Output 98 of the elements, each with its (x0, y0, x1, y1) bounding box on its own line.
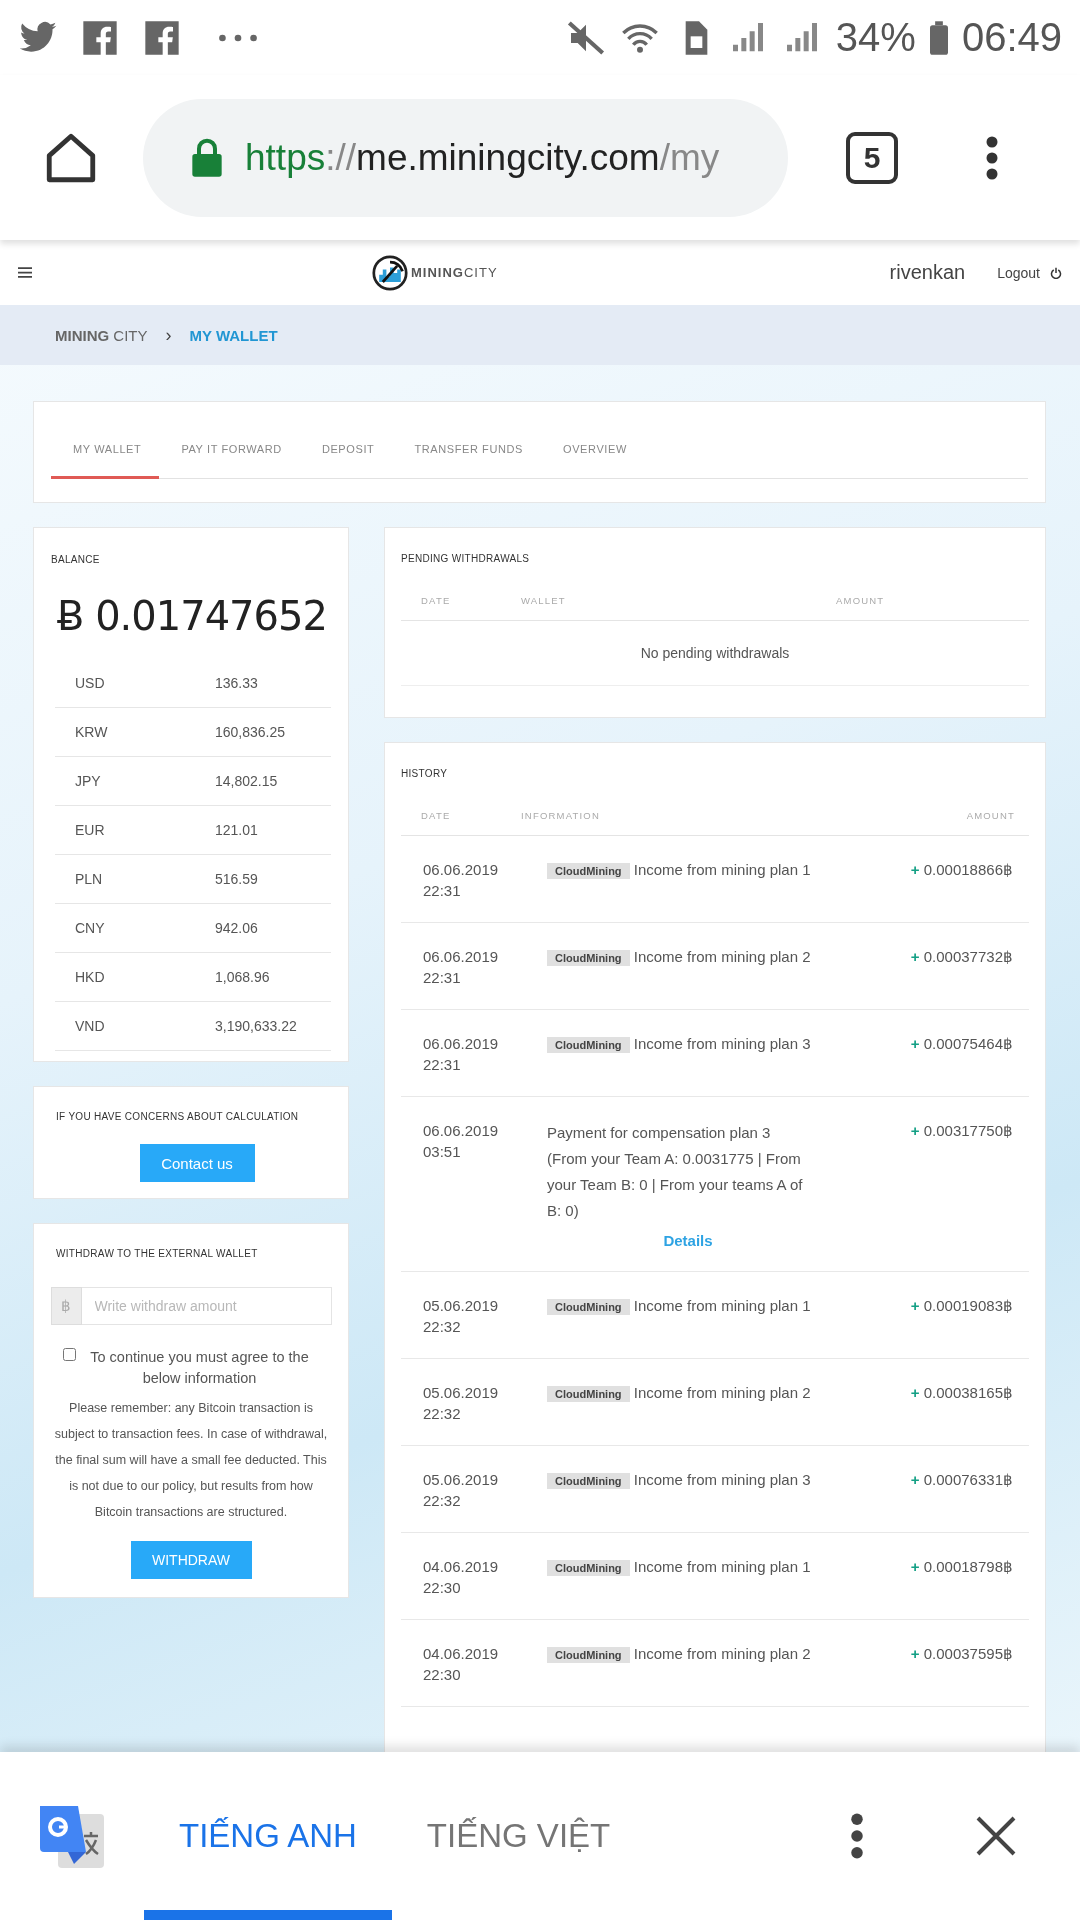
menu-icon[interactable] (850, 1813, 864, 1859)
breadcrumb-separator: › (165, 324, 172, 346)
currency-value: 3,190,633.22 (215, 1018, 297, 1034)
info-cell: CloudMining Income from mining plan 3 (547, 1033, 823, 1056)
card-title: WITHDRAW TO THE EXTERNAL WALLET (55, 1248, 258, 1259)
info-cell: CloudMining Income from mining plan 2 (547, 1643, 823, 1666)
balance-amount: Ƀ 0.01747652 (57, 593, 328, 639)
withdraw-button[interactable]: WITHDRAW (130, 1541, 252, 1579)
category-tag: CloudMining (547, 1647, 630, 1663)
column-header: DATE (420, 595, 452, 606)
currency-code: EUR (74, 822, 106, 838)
date-cell-text: 05.06.2019 22:32 (422, 1296, 500, 1337)
info-cell: CloudMining Income from mining plan 3 (547, 1469, 823, 1492)
brand-name: MININGCITY (411, 265, 498, 280)
amount-cell-text: + 0.00037732฿ (909, 947, 1014, 967)
close-icon[interactable] (976, 1816, 1016, 1856)
date-cell-text: 06.06.2019 22:31 (422, 947, 500, 988)
category-tag: CloudMining (547, 1473, 630, 1489)
amount-cell-text: + 0.00317750฿ (909, 1121, 1014, 1141)
currency-code: PLN (74, 871, 104, 887)
category-tag: CloudMining (547, 863, 630, 879)
currency-code: USD (74, 675, 106, 691)
date-cell-text: 06.06.2019 03:51 (422, 1121, 500, 1162)
card-title: HISTORY (401, 768, 449, 779)
category-tag: CloudMining (547, 1386, 630, 1402)
agree-checkbox[interactable] (62, 1348, 76, 1361)
language-tab[interactable]: TIẾNG ANH (144, 1752, 392, 1920)
battery-level: 34% (835, 15, 916, 60)
currency-value: 121.01 (215, 822, 258, 838)
column-header: AMOUNT (836, 595, 885, 606)
menu-icon[interactable] (18, 266, 32, 279)
currency-code: VND (74, 1018, 106, 1034)
currency-code: CNY (74, 920, 106, 936)
power-icon[interactable] (1050, 266, 1062, 279)
amount-cell-text: + 0.00075464฿ (909, 1034, 1014, 1054)
currency-value: 516.59 (215, 871, 258, 887)
tab-count-button[interactable]: 5 (846, 131, 898, 184)
tab[interactable]: DEPOSIT (299, 426, 393, 479)
currency-value: 1,068.96 (215, 969, 270, 985)
fee-notice: Please remember: any Bitcoin transaction is subject to transaction fees. In case of withdrawal, the final sum will have a small fee deducted. This is not due to our policy, but results from how Bitcoin transactions are structured. (53, 1400, 329, 1521)
contact-button[interactable]: Contact us (139, 1144, 255, 1182)
info-cell-text: Payment for compensation plan 3 (From your Team A: 0.0031775 | From your Team B: 0 | From your teams A of B: 0) (547, 1123, 804, 1221)
breadcrumb-link[interactable]: MINING CITY (55, 326, 148, 344)
info-cell: CloudMining Income from mining plan 2 (547, 1382, 823, 1405)
column-header: INFORMATION (521, 810, 601, 821)
date-cell-text: 06.06.2019 22:31 (422, 1034, 500, 1075)
column-header: DATE (420, 810, 452, 821)
info-cell: CloudMining Income from mining plan 1 (547, 1295, 823, 1318)
info-cell: CloudMining Income from mining plan 1 (547, 859, 823, 882)
logout-link[interactable]: Logout (997, 264, 1040, 281)
card-title: PENDING WITHDRAWALS (401, 553, 531, 564)
category-tag: CloudMining (547, 1037, 630, 1053)
column-header: AMOUNT (966, 810, 1016, 821)
lock-icon (191, 137, 223, 178)
more-icon (218, 32, 258, 43)
currency-code: HKD (74, 969, 106, 985)
amount-cell-text: + 0.00076331฿ (909, 1470, 1014, 1490)
tab[interactable]: TRANSFER FUNDS (392, 426, 541, 479)
amount-cell-text: + 0.00038165฿ (909, 1383, 1014, 1403)
info-cell: CloudMining Income from mining plan 1 (547, 1556, 823, 1579)
empty-message: No pending withdrawals (640, 645, 790, 661)
menu-icon[interactable] (986, 135, 998, 180)
tab[interactable]: MY WALLET (51, 426, 160, 479)
currency-code: KRW (74, 724, 109, 740)
date-cell-text: 05.06.2019 22:32 (422, 1470, 500, 1511)
agree-label: To continue you must agree to the below information (89, 1348, 310, 1388)
category-tag: CloudMining (547, 1560, 630, 1576)
tab[interactable]: PAY IT FORWARD (159, 426, 300, 479)
currency-code: JPY (74, 773, 102, 789)
address-bar[interactable]: https://me.miningcity.com/my (143, 98, 788, 217)
amount-cell-text: + 0.00019083฿ (909, 1296, 1014, 1316)
username[interactable]: rivenkan (889, 261, 966, 284)
currency-value: 136.33 (215, 675, 258, 691)
currency-value: 942.06 (215, 920, 258, 936)
card-title: BALANCE (51, 554, 101, 565)
date-cell-text: 04.06.2019 22:30 (422, 1557, 500, 1598)
date-cell-text: 05.06.2019 22:32 (422, 1383, 500, 1424)
date-cell-text: 04.06.2019 22:30 (422, 1644, 500, 1685)
info-cell: CloudMining Income from mining plan 2 (547, 946, 823, 969)
currency-value: 160,836.25 (215, 724, 286, 740)
amount-input[interactable]: Write withdraw amount (81, 1287, 332, 1325)
pickaxe-logo-icon (372, 254, 408, 291)
details-link[interactable]: Details (663, 1230, 713, 1251)
category-tag: CloudMining (547, 950, 630, 966)
breadcrumb-link[interactable]: MY WALLET (189, 326, 278, 344)
currency-addon: ฿ (50, 1287, 82, 1325)
clock: 06:49 (961, 15, 1062, 60)
tab[interactable]: OVERVIEW (541, 426, 645, 479)
currency-value: 14,802.15 (215, 773, 278, 789)
card-title: IF YOU HAVE CONCERNS ABOUT CALCULATION (56, 1111, 299, 1122)
language-tab[interactable]: TIẾNG VIỆT (391, 1752, 646, 1920)
amount-cell-text: + 0.00018798฿ (909, 1557, 1014, 1577)
category-tag: CloudMining (547, 1299, 630, 1315)
battery-icon (929, 19, 948, 56)
column-header: WALLET (521, 595, 567, 606)
amount-cell-text: + 0.00037595฿ (909, 1644, 1014, 1664)
date-cell-text: 06.06.2019 22:31 (422, 860, 500, 901)
amount-cell-text: + 0.00018866฿ (909, 860, 1014, 880)
